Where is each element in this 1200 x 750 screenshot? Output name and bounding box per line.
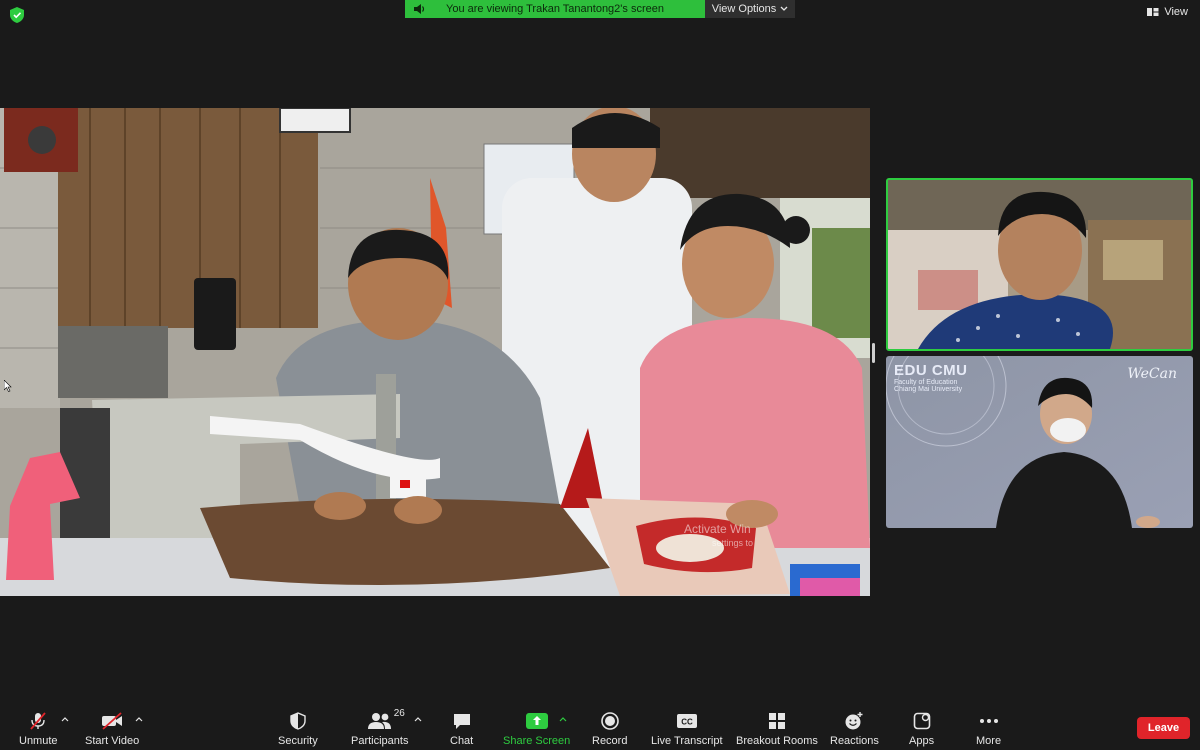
- participants-count-badge: 26: [393, 708, 405, 719]
- svg-text:CC: CC: [681, 718, 693, 727]
- shared-screen-video[interactable]: Activate Win settings to: [0, 108, 870, 596]
- leave-button[interactable]: Leave: [1137, 717, 1190, 739]
- view-layout-icon: [1147, 8, 1159, 16]
- reactions-label: Reactions: [830, 735, 879, 747]
- participants-button[interactable]: 26 Participants: [351, 708, 409, 747]
- more-button[interactable]: More: [976, 710, 1001, 747]
- participant-video-1: [888, 180, 1191, 349]
- apps-button[interactable]: Apps: [909, 710, 934, 747]
- logo-text: EDU CMU: [894, 362, 968, 379]
- video-camera-off-icon: [102, 712, 123, 730]
- breakout-rooms-grid-icon: [768, 713, 785, 729]
- chat-bubble-icon: [453, 714, 470, 729]
- apps-label: Apps: [909, 735, 935, 747]
- live-transcript-label: Live Transcript: [651, 735, 723, 747]
- more-dots-icon: [979, 719, 998, 723]
- breakout-rooms-button[interactable]: Breakout Rooms: [736, 710, 818, 747]
- microphone-muted-icon: [30, 712, 46, 730]
- reactions-button[interactable]: Reactions: [830, 710, 879, 747]
- edu-cmu-logo: EDU CMU Faculty of Education Chiang Mai …: [894, 362, 968, 393]
- video-options-chevron-icon[interactable]: [135, 716, 143, 722]
- record-button[interactable]: Record: [592, 710, 627, 747]
- smiley-reaction-icon: [845, 712, 863, 730]
- participant-video-tile-2[interactable]: EDU CMU Faculty of Education Chiang Mai …: [886, 356, 1193, 528]
- share-options-chevron-icon[interactable]: [559, 716, 567, 722]
- mouse-cursor-icon: [4, 380, 12, 392]
- record-icon: [600, 712, 619, 730]
- viewing-screen-banner: You are viewing Trakan Tanantong2's scre…: [405, 0, 705, 18]
- apps-icon: [913, 712, 930, 730]
- view-button[interactable]: View: [1147, 6, 1188, 18]
- security-label: Security: [278, 735, 318, 747]
- share-screen-label: Share Screen: [503, 735, 571, 747]
- chat-button[interactable]: Chat: [450, 710, 473, 747]
- participants-options-chevron-icon[interactable]: [414, 716, 422, 722]
- breakout-rooms-label: Breakout Rooms: [736, 735, 818, 747]
- watermark-line-2: settings to: [712, 538, 754, 548]
- live-transcript-button[interactable]: CC Live Transcript: [651, 710, 723, 747]
- share-screen-icon: [525, 713, 548, 729]
- meeting-toolbar: Unmute Start Video Security 26 Participa…: [0, 706, 1200, 750]
- audio-options-chevron-icon[interactable]: [61, 716, 69, 722]
- start-video-button[interactable]: Start Video: [85, 710, 139, 747]
- closed-caption-icon: CC: [676, 714, 697, 728]
- split-resize-handle[interactable]: [872, 343, 875, 363]
- shield-icon: [290, 712, 306, 730]
- view-options-label: View Options: [711, 3, 777, 15]
- speaker-icon: [414, 4, 425, 14]
- chat-label: Chat: [450, 735, 474, 747]
- participants-icon: [367, 713, 391, 729]
- chevron-down-icon: [780, 6, 788, 11]
- logo-subtitle-2: Chiang Mai University: [894, 386, 963, 393]
- participants-label: Participants: [351, 735, 409, 747]
- more-label: More: [976, 735, 1002, 747]
- record-label: Record: [592, 735, 628, 747]
- start-video-label: Start Video: [85, 735, 140, 747]
- view-options-button[interactable]: View Options: [705, 0, 795, 18]
- watermark-line-1: Activate Win: [684, 522, 751, 536]
- activate-windows-watermark: Activate Win settings to: [684, 522, 753, 550]
- participant-video-tile-1[interactable]: [886, 178, 1193, 351]
- banner-text: You are viewing Trakan Tanantong2's scre…: [446, 3, 664, 15]
- logo-subtitle-1: Faculty of Education: [894, 379, 958, 386]
- security-button[interactable]: Security: [278, 710, 318, 747]
- unmute-button[interactable]: Unmute: [19, 710, 58, 747]
- security-shield-icon[interactable]: [10, 7, 24, 23]
- unmute-label: Unmute: [19, 735, 58, 747]
- view-label: View: [1164, 6, 1188, 18]
- wecan-brand-text: WeCan: [1127, 366, 1177, 382]
